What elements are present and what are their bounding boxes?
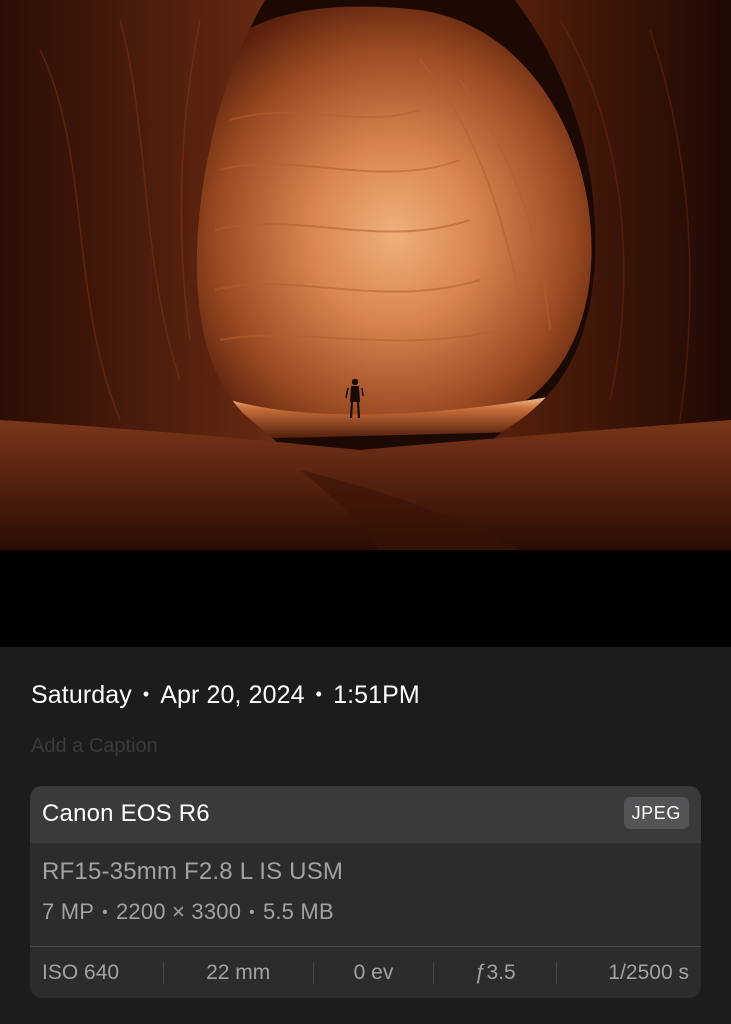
date-time-line[interactable]: Saturday • Apr 20, 2024 • 1:51PM [31, 680, 420, 712]
photo-canyon[interactable] [0, 0, 731, 550]
megapixels: 7 MP [42, 899, 95, 924]
date-value: Apr 20, 2024 [160, 681, 305, 709]
lens-model: RF15-35mm F2.8 L IS USM [42, 858, 344, 885]
time-value: 1:51PM [333, 681, 420, 709]
focal-length-value: 22 mm [206, 961, 271, 984]
camera-model: Canon EOS R6 [42, 800, 210, 827]
caption-input[interactable]: Add a Caption [31, 725, 291, 767]
time-separator: • [315, 684, 323, 704]
date-separator: • [142, 684, 150, 704]
metadata-card[interactable]: Canon EOS R6 JPEG RF15-35mm F2.8 L IS US… [30, 786, 701, 998]
shutter-speed-value: 1/2500 s [608, 961, 689, 984]
canyon-photo-image [0, 0, 731, 550]
photo-letterbox [0, 550, 731, 647]
file-format-badge: JPEG [623, 797, 689, 829]
date-day: Saturday [31, 681, 132, 709]
exposure-bias-value: 0 ev [353, 961, 394, 984]
photo-info-panel: Saturday • Apr 20, 2024 • 1:51PM Add a Capti… [0, 647, 731, 1024]
aperture-value: ƒ3.5 [474, 961, 516, 984]
file-info-separator: • [102, 904, 108, 921]
file-info-line: 7 MP • 2200 × 3300 • 5.5 MB [42, 898, 334, 929]
file-size: 5.5 MB [262, 899, 334, 924]
dimensions: 2200 × 3300 [115, 899, 242, 924]
exposure-row: ISO 640 22 mm 0 ev ƒ3.5 1/2500 s [30, 947, 701, 998]
iso-value: ISO 640 [42, 961, 120, 984]
file-info-separator: • [249, 904, 255, 921]
metadata-card-header: Canon EOS R6 JPEG [30, 786, 701, 843]
